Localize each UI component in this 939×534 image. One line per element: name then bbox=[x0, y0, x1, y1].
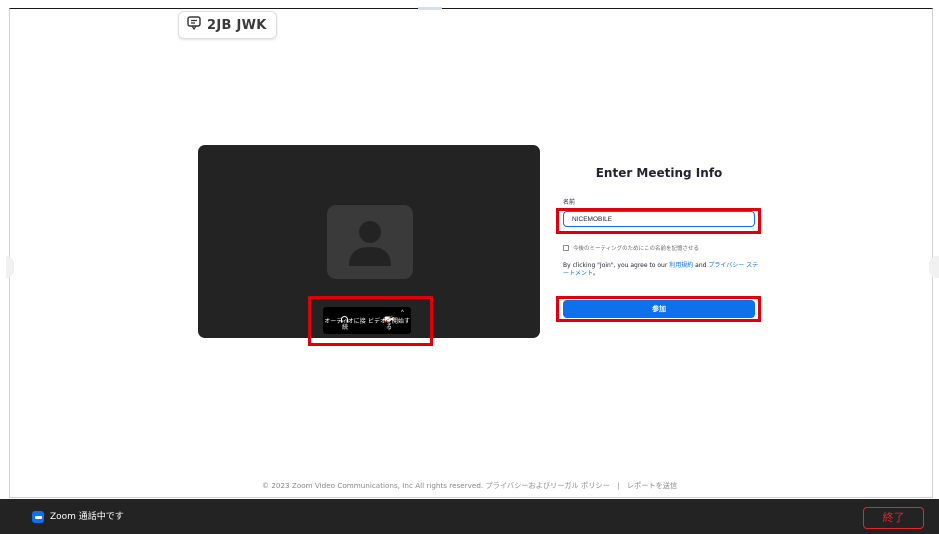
form-title: Enter Meeting Info bbox=[595, 166, 723, 180]
terms-link[interactable]: 利用規約 bbox=[669, 262, 693, 269]
footer-separator: | bbox=[617, 481, 620, 490]
user-placeholder-icon bbox=[349, 221, 391, 266]
end-call-button[interactable]: 終了 bbox=[863, 507, 924, 529]
highlight-join-button bbox=[556, 296, 761, 322]
privacy-policy-link[interactable]: プライバシーおよびリーガル ポリシー bbox=[485, 481, 609, 490]
report-link[interactable]: レポートを送信 bbox=[627, 481, 677, 490]
remember-name-label: 今後のミーティングのためにこの名前を記憶させる bbox=[573, 246, 700, 252]
highlight-name-input bbox=[556, 208, 761, 234]
right-scroll-handle[interactable] bbox=[929, 256, 939, 278]
meeting-id-text: 2JB JWK bbox=[207, 17, 267, 33]
remember-name-row[interactable]: 今後のミーティングのためにこの名前を記憶させる bbox=[563, 244, 699, 252]
terms-and: and bbox=[693, 262, 709, 269]
copyright-text: © 2023 Zoom Video Communications, Inc Al… bbox=[261, 481, 484, 490]
meeting-info-icon bbox=[187, 15, 201, 35]
terms-suffix: 。 bbox=[592, 270, 599, 277]
bottom-status-bar: Zoom 通話中です bbox=[0, 499, 939, 534]
zoom-web-join-page: 2JB JWK オーディオに接続 ^ ビデオを開始する Enter Meetin… bbox=[0, 0, 939, 534]
page-footer: © 2023 Zoom Video Communications, Inc Al… bbox=[0, 481, 939, 491]
remember-name-checkbox[interactable] bbox=[563, 245, 569, 251]
highlight-audio-video-controls bbox=[308, 296, 433, 346]
zoom-logo-icon bbox=[32, 511, 44, 523]
terms-prefix: By clicking "Join", you agree to our bbox=[563, 262, 670, 269]
name-label: 名前 bbox=[563, 199, 576, 206]
top-indicator bbox=[418, 7, 442, 10]
meeting-id-badge: 2JB JWK bbox=[178, 11, 277, 39]
avatar bbox=[327, 205, 413, 279]
terms-text: By clicking "Join", you agree to our 利用規… bbox=[563, 262, 759, 278]
call-status-text: Zoom 通話中です bbox=[50, 512, 124, 522]
